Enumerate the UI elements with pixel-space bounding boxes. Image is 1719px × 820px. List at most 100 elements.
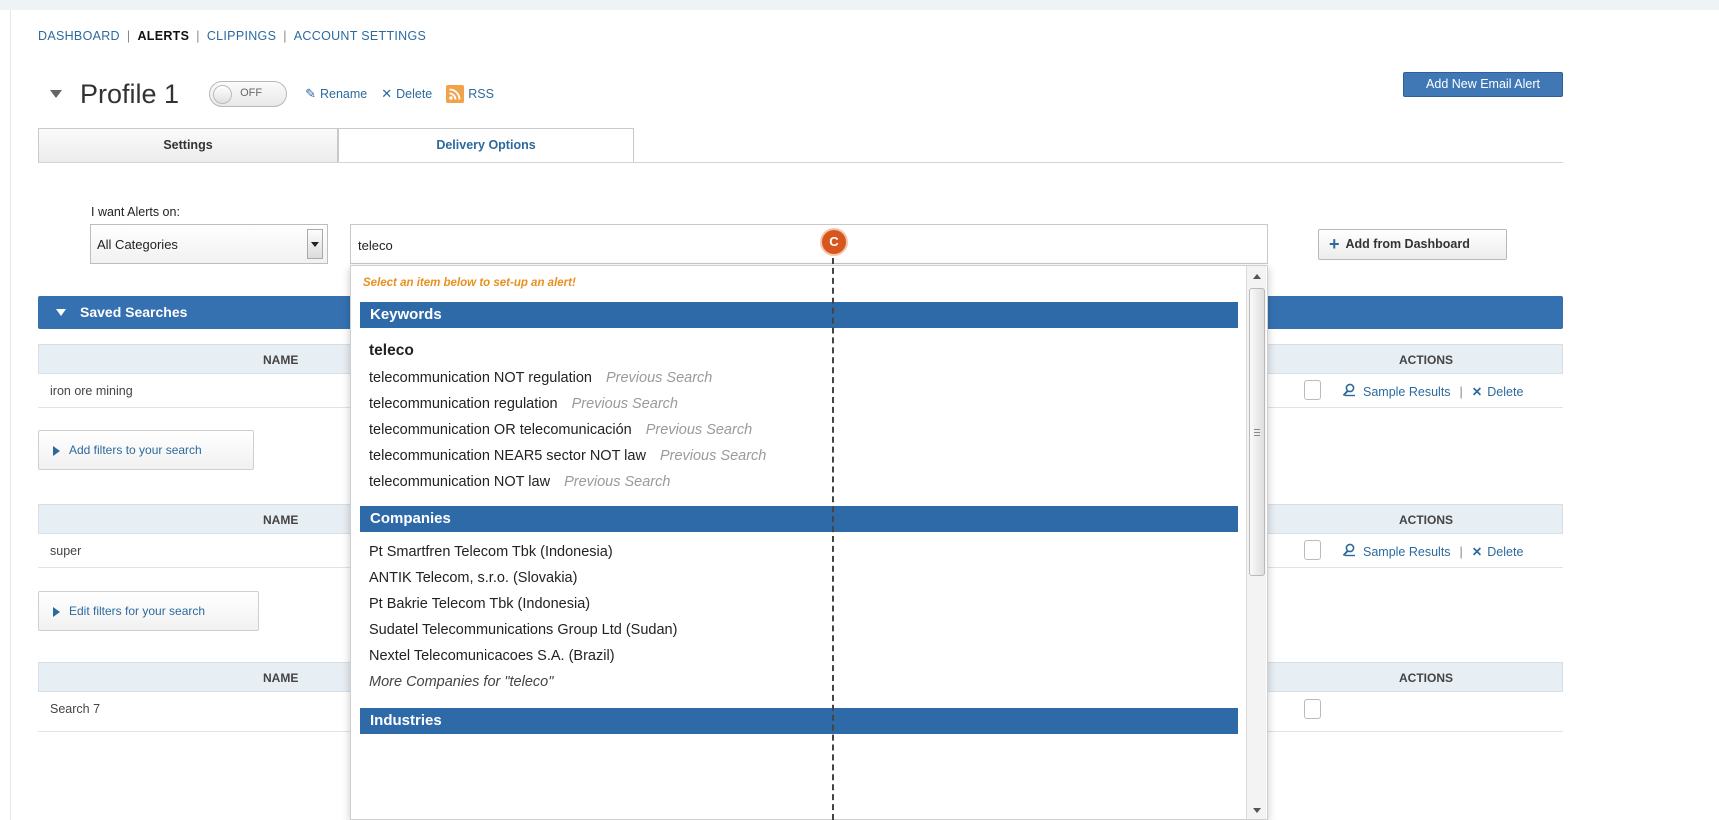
search-name: iron ore mining	[50, 384, 133, 398]
scroll-up-icon[interactable]	[1253, 274, 1261, 279]
tab-delivery-options[interactable]: Delivery Options	[338, 128, 634, 163]
previous-search-note: Previous Search	[645, 422, 753, 438]
add-from-dashboard-label: Add from Dashboard	[1345, 237, 1470, 251]
plus-icon: +	[1329, 234, 1340, 254]
name-column-header: NAME	[263, 671, 299, 685]
nav-account-settings[interactable]: ACCOUNT SETTINGS	[294, 29, 426, 43]
previous-search-note: Previous Search	[605, 370, 713, 386]
name-column-header: NAME	[263, 353, 299, 367]
profile-toggle[interactable]: OFF	[209, 81, 288, 107]
company-suggestion[interactable]: Nextel Telecomunicacoes S.A. (Brazil)	[369, 648, 615, 664]
category-select-value: All Categories	[97, 237, 178, 252]
sample-results-link[interactable]: Sample Results	[1363, 545, 1451, 559]
edit-filters-button[interactable]: Edit filters for your search	[38, 591, 259, 631]
toggle-knob	[213, 85, 233, 104]
tab-bar: Settings Delivery Options	[38, 128, 634, 163]
search-input[interactable]: teleco	[350, 224, 1268, 264]
keyword-suggestion[interactable]: telecommunication NOT law Previous Search	[369, 474, 670, 490]
keyword-suggestion[interactable]: telecommunication regulation Previous Sea…	[369, 396, 678, 412]
row-checkbox[interactable]	[1304, 380, 1321, 400]
keyword-text: telecommunication regulation	[369, 396, 558, 412]
previous-search-note: Previous Search	[564, 474, 671, 490]
keyword-suggestion[interactable]: telecommunication NEAR5 sector NOT law Pr…	[369, 448, 766, 464]
row-actions: Sample Results | ✕ Delete	[1342, 543, 1523, 560]
nav-alerts[interactable]: ALERTS	[137, 29, 189, 43]
profile-header: Profile 1 OFF ✎ Rename ✕ Delete RSS	[50, 78, 508, 110]
add-filters-button[interactable]: Add filters to your search	[38, 430, 254, 470]
search-name: Search 7	[50, 702, 101, 716]
company-suggestion[interactable]: Pt Smartfren Telecom Tbk (Indonesia)	[369, 544, 613, 560]
top-band	[0, 0, 1719, 10]
delete-link[interactable]: Delete	[1487, 545, 1523, 559]
keyword-text: telecommunication OR telecomunicación	[369, 422, 632, 438]
scroll-down-icon[interactable]	[1253, 808, 1261, 813]
row-actions: Sample Results | ✕ Delete	[1342, 383, 1523, 400]
delete-link[interactable]: ✕ Delete	[381, 86, 432, 102]
previous-search-note: Previous Search	[659, 448, 767, 464]
tab-divider	[38, 162, 1563, 163]
companies-section-header: Companies	[360, 506, 1238, 532]
industries-section-header: Industries	[360, 708, 1238, 734]
more-companies-link[interactable]: More Companies for "teleco"	[369, 674, 553, 690]
rename-label: Rename	[319, 87, 368, 101]
autocomplete-dropdown: Select an item below to set-up an alert!…	[350, 265, 1268, 820]
actions-separator: |	[1459, 544, 1463, 559]
collapse-triangle-icon	[56, 309, 66, 316]
person-search-icon	[1342, 383, 1356, 400]
nav-dashboard[interactable]: DASHBOARD	[38, 29, 120, 43]
nav-clippings[interactable]: CLIPPINGS	[207, 29, 276, 43]
nav-separator: |	[283, 29, 287, 43]
cursor-marker: C	[820, 228, 848, 256]
nav-separator: |	[126, 29, 131, 43]
keyword-suggestion[interactable]: telecommunication NOT regulation Previous…	[369, 370, 712, 386]
top-navigation: DASHBOARD | ALERTS | CLIPPINGS | ACCOUNT SETTI…	[38, 29, 426, 43]
delete-icon: ✕	[1471, 385, 1483, 399]
grip-icon	[1254, 429, 1260, 430]
saved-searches-title: Saved Searches	[80, 304, 188, 320]
nav-separator: |	[196, 29, 200, 43]
name-column-header: NAME	[263, 513, 299, 527]
company-suggestion[interactable]: ANTIK Telecom, s.r.o. (Slovakia)	[369, 570, 577, 586]
rename-link[interactable]: ✎ Rename	[305, 86, 367, 102]
company-suggestion[interactable]: Sudatel Telecommunications Group Ltd (Su…	[369, 622, 677, 638]
row-checkbox[interactable]	[1304, 540, 1321, 560]
rss-icon	[446, 85, 465, 103]
previous-search-note: Previous Search	[571, 396, 678, 412]
rss-label: RSS	[468, 87, 494, 101]
actions-separator: |	[1459, 384, 1463, 399]
keyword-text: telecommunication NEAR5 sector NOT law	[369, 448, 646, 464]
dropdown-hint: Select an item below to set-up an alert!	[363, 277, 576, 289]
row-checkbox[interactable]	[1304, 699, 1321, 719]
collapse-triangle-icon[interactable]	[50, 90, 62, 98]
company-suggestion[interactable]: Pt Bakrie Telecom Tbk (Indonesia)	[369, 596, 590, 612]
keyword-suggestion[interactable]: teleco	[369, 342, 414, 360]
keyword-text: teleco	[369, 342, 414, 359]
search-name: super	[50, 544, 82, 558]
category-select[interactable]: All Categories	[90, 224, 328, 264]
person-search-icon	[1342, 543, 1356, 560]
keyword-text: telecommunication NOT law	[369, 474, 551, 490]
alerts-on-label: I want Alerts on:	[91, 205, 180, 219]
scrollbar-thumb[interactable]	[1249, 288, 1265, 576]
add-new-email-alert-button[interactable]: Add New Email Alert	[1403, 72, 1563, 97]
actions-column-header: ACTIONS	[1399, 671, 1453, 685]
delete-icon: ✕	[1471, 545, 1483, 559]
delete-label: Delete	[396, 87, 433, 101]
rss-link[interactable]: RSS	[446, 85, 494, 103]
pencil-icon: ✎	[305, 86, 316, 101]
tab-settings[interactable]: Settings	[38, 128, 338, 163]
chevron-down-icon[interactable]	[307, 229, 323, 259]
cursor-guide-line	[832, 258, 834, 820]
dropdown-scrollbar[interactable]	[1246, 266, 1266, 819]
profile-title: Profile 1	[80, 78, 180, 109]
keywords-section-header: Keywords	[360, 302, 1238, 328]
delete-link[interactable]: Delete	[1487, 385, 1523, 399]
sample-results-link[interactable]: Sample Results	[1363, 385, 1451, 399]
frame-border	[10, 10, 11, 820]
actions-column-header: ACTIONS	[1399, 353, 1453, 367]
keyword-text: telecommunication NOT regulation	[369, 370, 592, 386]
toggle-state-label: OFF	[240, 87, 263, 99]
keyword-suggestion[interactable]: telecommunication OR telecomunicación Pre…	[369, 422, 752, 438]
actions-column-header: ACTIONS	[1399, 513, 1453, 527]
add-from-dashboard-button[interactable]: + Add from Dashboard	[1318, 229, 1507, 260]
